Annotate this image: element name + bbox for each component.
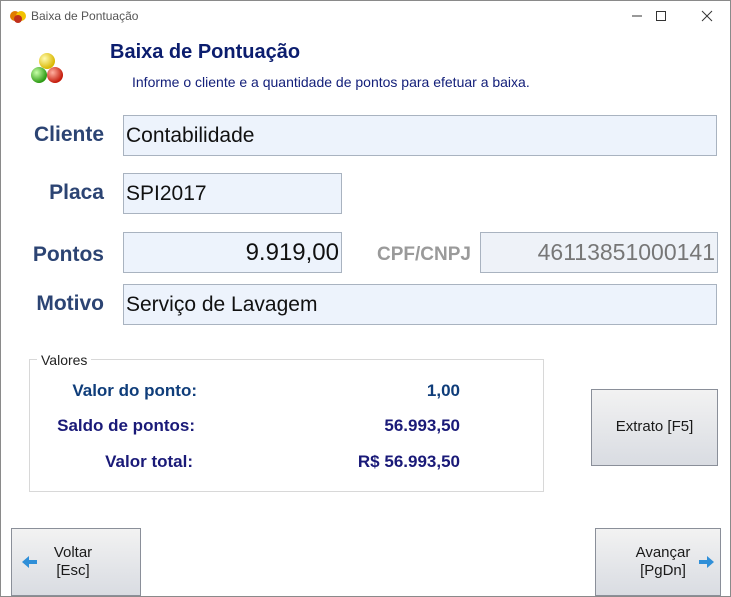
motivo-input-value: Serviço de Lavagem: [126, 292, 318, 316]
pontos-label: Pontos: [32, 243, 104, 266]
arrow-left-icon: [22, 556, 37, 568]
cliente-label: Cliente: [33, 123, 104, 146]
cpf-cnpj-label: CPF/CNPJ: [377, 244, 471, 265]
maximize-icon: [656, 11, 666, 21]
window: Baixa de Pontuação Baixa de Pontuação In…: [0, 0, 731, 597]
saldo-pontos-value: 56.993,50: [384, 416, 460, 435]
voltar-button-label: Voltar: [53, 544, 93, 561]
motivo-label: Motivo: [36, 292, 104, 315]
valor-total-value: R$ 56.993,50: [357, 452, 460, 471]
extrato-button-label: Extrato [F5]: [615, 418, 694, 435]
valor-ponto-label: Valor do ponto:: [72, 381, 197, 400]
cpf-cnpj-input-value: 46113851000141: [537, 239, 715, 265]
valores-group-title: Valores: [37, 352, 92, 368]
close-icon: [701, 10, 713, 22]
close-button[interactable]: [684, 1, 730, 31]
cpf-cnpj-input[interactable]: 46113851000141: [480, 232, 718, 273]
colored-balls-icon: [31, 53, 63, 83]
cliente-input-value: Contabilidade: [126, 123, 255, 147]
voltar-button-shortcut: [Esc]: [56, 562, 90, 579]
window-title: Baixa de Pontuação: [31, 9, 139, 23]
avancar-button-label: Avançar: [635, 544, 691, 561]
title-bar[interactable]: Baixa de Pontuação: [1, 1, 730, 31]
cliente-input[interactable]: Contabilidade: [123, 115, 717, 156]
app-icon: [10, 11, 26, 23]
valor-ponto-value: 1,00: [426, 381, 460, 400]
pontos-input[interactable]: 9.919,00: [123, 232, 342, 273]
placa-label: Placa: [49, 181, 104, 204]
saldo-pontos-label: Saldo de pontos:: [57, 416, 195, 435]
maximize-button[interactable]: [638, 1, 684, 31]
valor-total-label: Valor total:: [105, 452, 193, 471]
avancar-button[interactable]: Avançar [PgDn]: [595, 528, 721, 596]
motivo-input[interactable]: Serviço de Lavagem: [123, 284, 717, 325]
avancar-button-shortcut: [PgDn]: [640, 562, 686, 579]
pontos-input-value: 9.919,00: [245, 238, 339, 266]
voltar-button[interactable]: Voltar [Esc]: [11, 528, 141, 596]
placa-input-value: SPI2017: [126, 181, 207, 205]
arrow-right-icon: [699, 556, 714, 568]
header-title: Baixa de Pontuação: [110, 41, 301, 63]
placa-input[interactable]: SPI2017: [123, 173, 342, 214]
header-subtitle: Informe o cliente e a quantidade de pont…: [132, 74, 530, 90]
extrato-button[interactable]: Extrato [F5]: [591, 389, 718, 466]
